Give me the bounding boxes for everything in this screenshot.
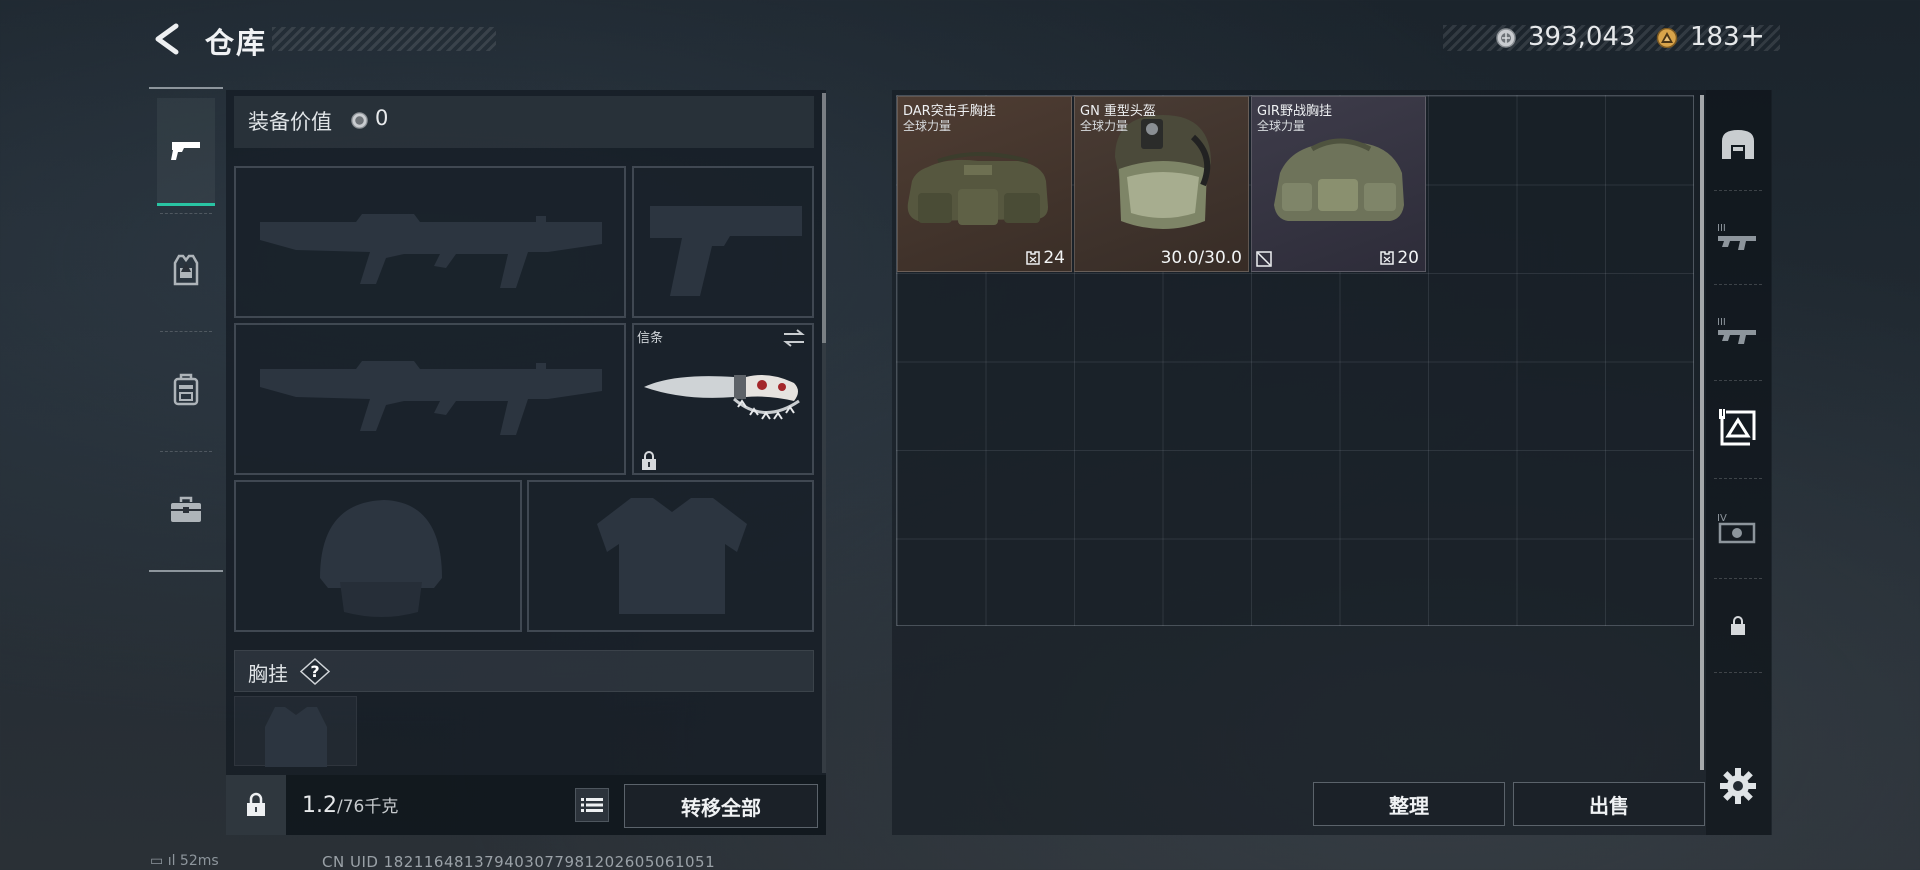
- add-currency-button[interactable]: +: [1740, 19, 1765, 54]
- stash-item-gir-field-chest-rig[interactable]: GIR野战胸挂 全球力量 20: [1251, 96, 1426, 272]
- equip-value-label: 装备价值: [248, 110, 332, 134]
- rifle-silhouette-icon: [260, 214, 602, 288]
- rifle-iii-icon: III: [1717, 317, 1756, 344]
- chest-rig-label: 胸挂: [248, 662, 288, 686]
- backpack-icon: [173, 373, 199, 406]
- back-arrow-icon[interactable]: [150, 22, 184, 56]
- tab-separator: [1714, 380, 1762, 381]
- svg-text:III: III: [1717, 317, 1726, 328]
- vest-silhouette-icon: [265, 707, 327, 767]
- ping-label: 52ms: [179, 853, 219, 869]
- tab-separator: [160, 451, 212, 452]
- silver-currency-value: 393,043: [1528, 22, 1636, 52]
- item-value: 24: [1043, 248, 1065, 268]
- tab-column-top-line: [149, 87, 223, 89]
- stash-tab-iii-2[interactable]: III: [1712, 302, 1764, 362]
- stash-item-gn-heavy-helmet[interactable]: GN 重型头盔 全球力量 30.0/30.0: [1074, 96, 1249, 272]
- slot-primary-weapon-2[interactable]: [234, 323, 626, 475]
- weight-current: 1.2: [302, 793, 337, 818]
- item-value: 20: [1397, 248, 1419, 268]
- screen-iv-icon: IV: [1717, 513, 1756, 544]
- tab-weapon[interactable]: [157, 98, 215, 206]
- silver-coin-icon: [1496, 28, 1516, 48]
- sell-button[interactable]: 出售: [1513, 782, 1705, 826]
- weight-lock-button[interactable]: [226, 775, 286, 835]
- tab-separator: [1714, 578, 1762, 579]
- network-status: ▭ ıl 52ms: [150, 853, 219, 869]
- swap-icon[interactable]: [782, 328, 806, 348]
- pistol-icon: [171, 141, 200, 160]
- tab-separator: [1714, 672, 1762, 673]
- stash-tab-iv[interactable]: IV: [1712, 498, 1764, 558]
- signal-icon: ıl: [167, 853, 176, 869]
- melee-slot-label: 信条: [637, 331, 664, 346]
- transfer-all-button[interactable]: 转移全部: [624, 784, 818, 828]
- stash-scroll-thumb[interactable]: [1700, 95, 1704, 770]
- tab-armor[interactable]: [157, 216, 215, 324]
- capacity-icon: [1026, 251, 1041, 265]
- armor-vest-icon: [173, 254, 199, 286]
- rifle-silhouette-icon: [260, 361, 602, 435]
- item-faction: 全球力量: [1257, 119, 1306, 133]
- stash-tab-selected[interactable]: [1712, 398, 1764, 458]
- gold-coin-icon: [1656, 28, 1678, 48]
- battery-icon: ▭: [150, 853, 164, 869]
- tab-backpack[interactable]: [157, 336, 215, 444]
- sort-button[interactable]: 整理: [1313, 782, 1505, 826]
- frame-triangle-icon: [1719, 409, 1756, 446]
- gold-currency-value: 183: [1690, 22, 1740, 52]
- helmet-silhouette-icon: [320, 500, 442, 617]
- tab-separator: [160, 213, 212, 214]
- stash-tab-locked[interactable]: [1712, 596, 1764, 656]
- lock-icon: [642, 451, 656, 470]
- svg-text:III: III: [1717, 223, 1726, 234]
- item-capacity: 24: [1026, 248, 1065, 268]
- list-view-button[interactable]: [575, 788, 609, 822]
- svg-text:IV: IV: [1717, 513, 1727, 524]
- stash-arch-icon: [1722, 130, 1754, 159]
- tab-toolbox[interactable]: [157, 456, 215, 564]
- stash-item-dar-chest-rig[interactable]: DAR突击手胸挂 全球力量 24: [897, 96, 1072, 272]
- lock-icon: [1731, 616, 1745, 635]
- toolbox-icon: [171, 496, 201, 522]
- slot-body-armor[interactable]: [527, 480, 814, 632]
- item-capacity: 20: [1380, 248, 1419, 268]
- slot-helmet[interactable]: [234, 480, 522, 632]
- slot-chest-rig[interactable]: [234, 696, 357, 767]
- vest-silhouette-icon: [597, 498, 747, 614]
- help-icon[interactable]: [300, 658, 330, 685]
- tab-separator: [160, 331, 212, 332]
- weight-readout: 1.2/76千克: [302, 792, 398, 818]
- equip-value: 0: [375, 106, 389, 130]
- stash-tab-main[interactable]: [1712, 114, 1764, 174]
- tab-separator: [1714, 284, 1762, 285]
- item-value: 30.0/30.0: [1160, 248, 1242, 268]
- item-durability: 30.0/30.0: [1161, 248, 1242, 268]
- item-faction: 全球力量: [1080, 119, 1129, 133]
- no-repair-icon: [1256, 251, 1272, 267]
- tab-separator: [1714, 190, 1762, 191]
- pistol-silhouette-icon: [650, 206, 802, 296]
- loadout-scroll-thumb[interactable]: [822, 93, 826, 343]
- list-icon: [581, 798, 603, 812]
- stash-tab-column: [1706, 90, 1771, 835]
- rifle-iii-icon: III: [1717, 223, 1756, 250]
- capacity-icon: [1380, 251, 1395, 265]
- silver-coin-icon: [351, 112, 368, 129]
- lock-icon: [247, 792, 265, 816]
- slot-primary-weapon-1[interactable]: [234, 166, 626, 318]
- tab-separator: [1714, 478, 1762, 479]
- user-uid: CN UID 18211648137940307798120260506105​…: [322, 853, 716, 870]
- weight-max: /76千克: [337, 797, 399, 817]
- tab-column-bottom-line: [149, 570, 223, 572]
- item-faction: 全球力量: [903, 119, 952, 133]
- gear-icon[interactable]: [1718, 766, 1758, 806]
- slot-pistol[interactable]: [632, 166, 814, 318]
- stash-tab-iii-1[interactable]: III: [1712, 208, 1764, 268]
- page-title: 仓库: [205, 26, 268, 60]
- title-decoration: [272, 27, 496, 51]
